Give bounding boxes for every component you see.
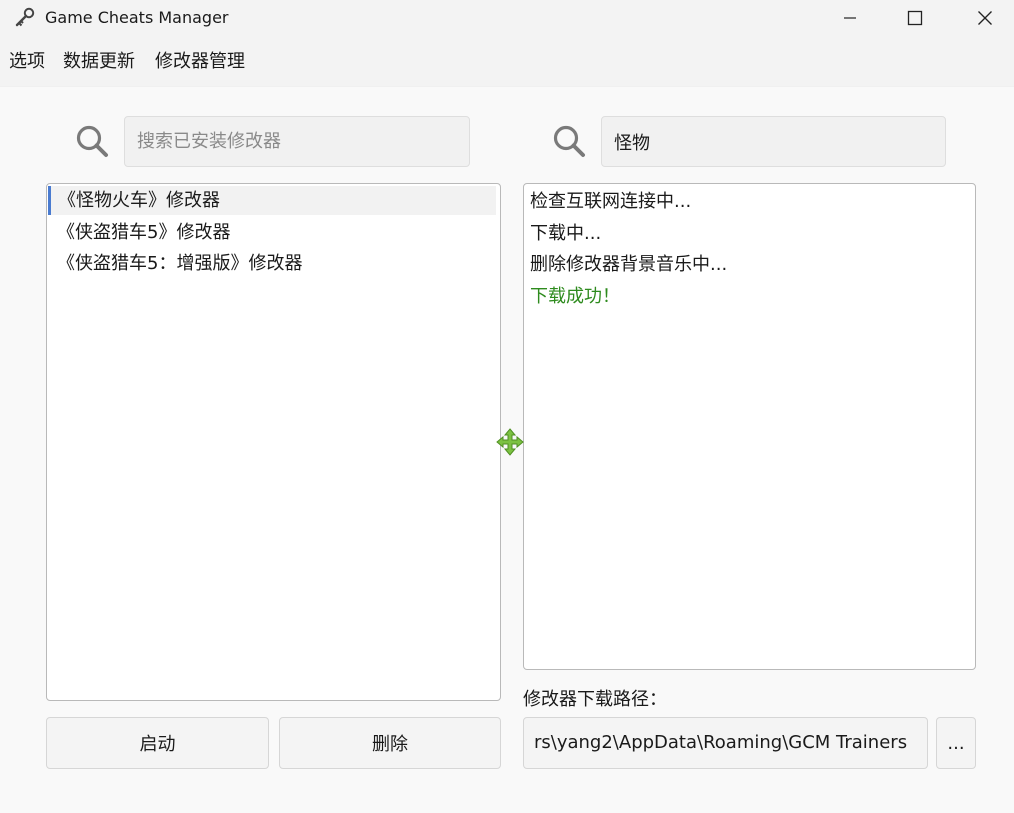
title-bar: Game Cheats Manager: [0, 0, 1014, 38]
trainer-name: 《怪物火车》修改器: [58, 190, 220, 211]
list-item[interactable]: 《侠盗猎车5：增强版》修改器: [48, 249, 496, 278]
minimize-icon: [844, 17, 856, 19]
maximize-button[interactable]: [892, 0, 938, 36]
trainer-download-search-input[interactable]: [601, 116, 946, 167]
search-icon: [553, 125, 585, 157]
search-icon: [76, 125, 108, 157]
download-path-field[interactable]: rs\yang2\AppData\Roaming\GCM Trainers: [523, 717, 928, 769]
trainer-name: 《侠盗猎车5》修改器: [57, 222, 231, 243]
log-line: 下载中...: [530, 223, 602, 244]
menu-trainer-management[interactable]: 修改器管理: [155, 50, 245, 74]
maximize-icon: [907, 10, 923, 26]
window-title: Game Cheats Manager: [45, 8, 229, 27]
browse-path-button[interactable]: ...: [936, 717, 976, 769]
installed-trainers-list[interactable]: 《怪物火车》修改器 《侠盗猎车5》修改器 《侠盗猎车5：增强版》修改器: [46, 183, 501, 701]
download-path-label: 修改器下载路径：: [523, 689, 667, 710]
close-button[interactable]: [962, 0, 1008, 36]
move-cursor-icon: [496, 428, 524, 456]
log-line: 删除修改器背景音乐中...: [530, 254, 728, 275]
download-log-panel[interactable]: 检查互联网连接中... 下载中... 删除修改器背景音乐中... 下载成功！: [523, 183, 976, 670]
delete-button[interactable]: 删除: [279, 717, 501, 769]
download-path-value: rs\yang2\AppData\Roaming\GCM Trainers: [534, 732, 908, 753]
installed-trainers-search-input[interactable]: [124, 116, 470, 167]
trainer-name: 《侠盗猎车5：增强版》修改器: [57, 253, 303, 274]
list-item[interactable]: 《侠盗猎车5》修改器: [48, 218, 496, 247]
log-line-success: 下载成功！: [530, 286, 620, 307]
key-icon: [15, 7, 35, 27]
close-icon: [978, 11, 992, 25]
menu-options[interactable]: 选项: [9, 50, 45, 74]
list-item[interactable]: 《怪物火车》修改器: [48, 186, 496, 215]
menu-data-update[interactable]: 数据更新: [63, 50, 135, 74]
log-line: 检查互联网连接中...: [530, 191, 692, 212]
launch-button[interactable]: 启动: [46, 717, 269, 769]
minimize-button[interactable]: [827, 0, 873, 36]
menu-bar: 选项 数据更新 修改器管理: [0, 38, 1014, 87]
app-window: Game Cheats Manager 选项 数据更新 修改器管理 搜索已安装修…: [0, 0, 1014, 813]
